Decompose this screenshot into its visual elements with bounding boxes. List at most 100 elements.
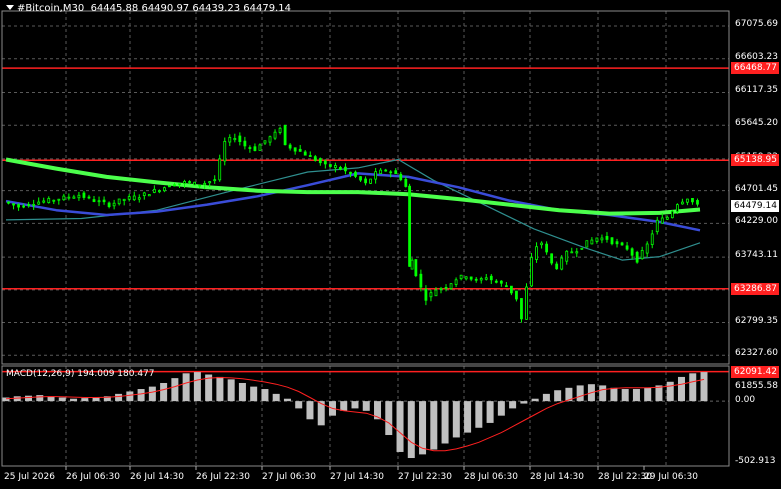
macd-hist-bar	[531, 398, 539, 402]
macd-hist-bar	[542, 393, 550, 402]
candle-down	[625, 245, 629, 250]
time-tick-label: 28 Jul 14:30	[530, 472, 584, 482]
candle-down	[344, 166, 347, 172]
candle-down	[318, 158, 322, 164]
candle-down	[288, 144, 292, 149]
candle-up	[142, 192, 146, 197]
candle-up	[410, 259, 414, 270]
macd-hist-bar	[464, 401, 472, 433]
candle-down	[359, 176, 362, 181]
chart-title[interactable]: #Bitcoin,M30 64445.88 64490.97 64439.23 …	[6, 3, 291, 14]
candle-down	[384, 169, 388, 172]
ma-mid-line	[5, 172, 701, 232]
candle-up	[660, 217, 664, 224]
candle-down	[555, 263, 559, 270]
macd-hist-bar	[520, 401, 528, 404]
time-tick-label: 26 Jul 06:30	[66, 472, 120, 482]
price-level-badge: 65138.95	[731, 154, 779, 167]
current-price-badge: 64479.14	[731, 200, 779, 213]
macd-hist-bar	[25, 395, 33, 402]
chevron-down-icon	[6, 5, 14, 10]
macd-hist-bar	[475, 401, 483, 428]
candle-down	[82, 192, 86, 198]
macd-hist-bar	[193, 372, 201, 402]
macd-hist-bar	[306, 401, 314, 420]
macd-hist-bar	[261, 389, 269, 402]
candle-up	[484, 277, 488, 280]
candle-up	[77, 194, 81, 199]
price-tick-label: 66117.35	[735, 85, 778, 96]
price-tick-label: 63743.11	[735, 250, 778, 261]
macd-hist-bar	[295, 401, 303, 409]
candle-down	[107, 202, 111, 207]
candle-up	[449, 283, 453, 289]
candle-down	[364, 178, 367, 184]
candle-down	[394, 170, 398, 175]
macd-hist-bar	[137, 389, 145, 402]
price-level-badge: 62091.42	[731, 365, 779, 378]
candle-up	[560, 257, 564, 270]
candle-down	[238, 135, 242, 143]
candle-up	[163, 187, 166, 192]
candle-down	[520, 298, 523, 320]
macd-hist-bar	[419, 401, 427, 455]
candle-down	[188, 181, 191, 183]
candle-up	[263, 140, 267, 144]
candle-down	[248, 147, 252, 149]
candle-up	[57, 198, 61, 201]
candle-down	[298, 148, 302, 152]
macd-hist-bar	[227, 379, 235, 402]
candle-up	[600, 237, 604, 241]
candle-down	[339, 167, 342, 170]
symbol-label: #Bitcoin,M30	[17, 3, 85, 14]
candle-down	[17, 204, 20, 208]
candle-up	[670, 210, 674, 219]
candle-up	[464, 276, 468, 280]
candle-up	[580, 247, 584, 250]
macd-hist-bar	[272, 393, 280, 402]
macd-hist-bar	[599, 385, 607, 402]
candle-down	[630, 248, 634, 256]
candle-down	[12, 203, 15, 206]
candle-down	[504, 285, 508, 288]
candle-up	[112, 202, 116, 207]
candle-down	[173, 184, 176, 187]
candle-down	[323, 160, 327, 165]
candle-up	[203, 182, 207, 186]
candle-down	[7, 201, 10, 204]
candle-up	[530, 257, 533, 287]
macd-hist-bar	[126, 391, 134, 402]
price-tick-label: 65645.20	[735, 118, 778, 129]
candle-up	[595, 237, 599, 242]
macd-hist-bar	[36, 395, 44, 402]
candle-up	[675, 204, 679, 213]
macd-hist-bar	[171, 378, 179, 402]
candle-up	[590, 239, 594, 245]
candle-down	[419, 273, 423, 288]
candle-up	[655, 219, 659, 233]
candle-down	[87, 196, 91, 199]
candle-down	[605, 235, 609, 240]
price-tick-label: 62799.35	[735, 315, 778, 326]
candle-down	[620, 242, 624, 246]
candle-down	[102, 199, 106, 203]
candle-up	[67, 196, 71, 199]
candle-down	[308, 155, 312, 157]
candle-up	[374, 171, 378, 180]
macd-tick-label: 0.00	[735, 395, 756, 406]
price-tick-label: 61855.58	[735, 381, 778, 391]
candle-up	[52, 199, 56, 202]
time-tick-label: 28 Jul 06:30	[464, 472, 518, 482]
candle-up	[223, 140, 227, 162]
macd-hist-bar	[497, 401, 505, 416]
macd-hist-bar	[666, 381, 674, 402]
candle-down	[474, 278, 478, 281]
candle-down	[198, 184, 202, 187]
candle-up	[137, 197, 141, 200]
candle-down	[313, 156, 317, 161]
grid	[2, 11, 729, 466]
macd-hist-bar	[452, 401, 460, 438]
macd-hist-bar	[396, 401, 404, 452]
price-tick-label: 66603.23	[735, 51, 778, 62]
time-tick-label: 26 Jul 22:30	[196, 472, 250, 482]
